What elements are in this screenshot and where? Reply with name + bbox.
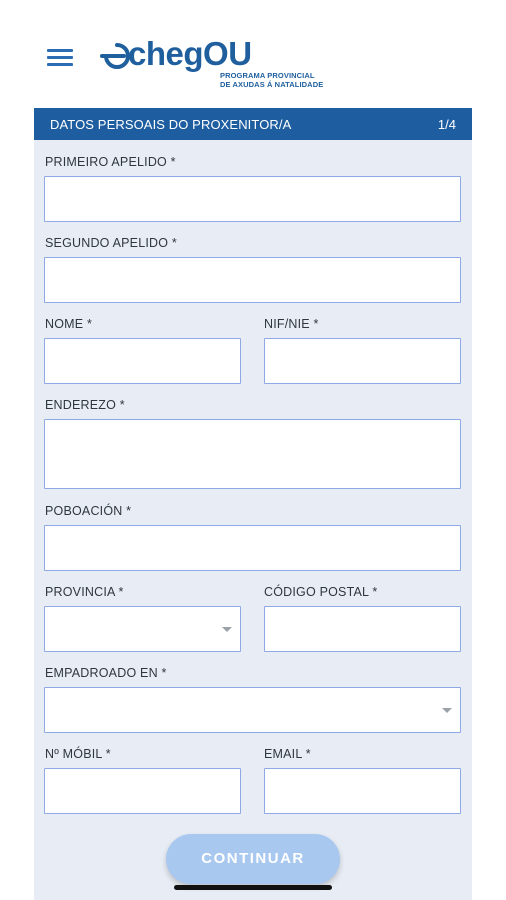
provincia-label: PROVINCIA * (45, 585, 124, 599)
logo-subtitle-line-1: PROGRAMA PROVINCIAL (220, 71, 315, 80)
segundo-apelido-input[interactable] (44, 257, 461, 303)
home-indicator[interactable] (174, 885, 332, 890)
mobil-input[interactable] (44, 768, 241, 814)
enderezo-textarea[interactable] (44, 419, 461, 489)
email-input[interactable] (264, 768, 461, 814)
poboacion-input[interactable] (44, 525, 461, 571)
nome-label: NOME * (45, 317, 93, 331)
nome-input[interactable] (44, 338, 241, 384)
empadroado-label: EMPADROADO EN * (45, 666, 167, 680)
logo-subtitle-line-2: DE AXUDAS Á NATALIDADE (220, 80, 324, 89)
form-panel: DATOS PERSOAIS DO PROXENITOR/A 1/4 PRIME… (34, 108, 472, 900)
menu-line (47, 63, 73, 66)
codigo-postal-label: CÓDIGO POSTAL * (264, 585, 378, 599)
segundo-apelido-label: SEGUNDO APELIDO * (45, 236, 177, 250)
provincia-select[interactable] (44, 606, 241, 652)
menu-line (47, 49, 73, 52)
email-label: EMAIL * (264, 747, 311, 761)
empadroado-select[interactable] (44, 687, 461, 733)
poboacion-label: POBOACIÓN * (45, 504, 132, 518)
primeiro-apelido-label: PRIMEIRO APELIDO * (45, 155, 176, 169)
mobil-label: Nº MÓBIL * (45, 747, 111, 761)
codigo-postal-input[interactable] (264, 606, 461, 652)
step-indicator: 1/4 (437, 117, 456, 132)
nif-label: NIF/NIE * (264, 317, 319, 331)
nif-input[interactable] (264, 338, 461, 384)
enderezo-label: ENDEREZO * (45, 398, 125, 412)
dropdown-caret-icon (222, 627, 232, 632)
logo-wordmark: chegOU (128, 35, 252, 72)
continue-button[interactable]: CONTINUAR (166, 834, 340, 884)
dropdown-caret-icon (442, 708, 452, 713)
hamburger-menu-icon[interactable] (47, 48, 75, 68)
section-header: DATOS PERSOAIS DO PROXENITOR/A 1/4 (34, 108, 472, 140)
section-title: DATOS PERSOAIS DO PROXENITOR/A (50, 117, 292, 132)
primeiro-apelido-input[interactable] (44, 176, 461, 222)
menu-line (47, 56, 73, 59)
